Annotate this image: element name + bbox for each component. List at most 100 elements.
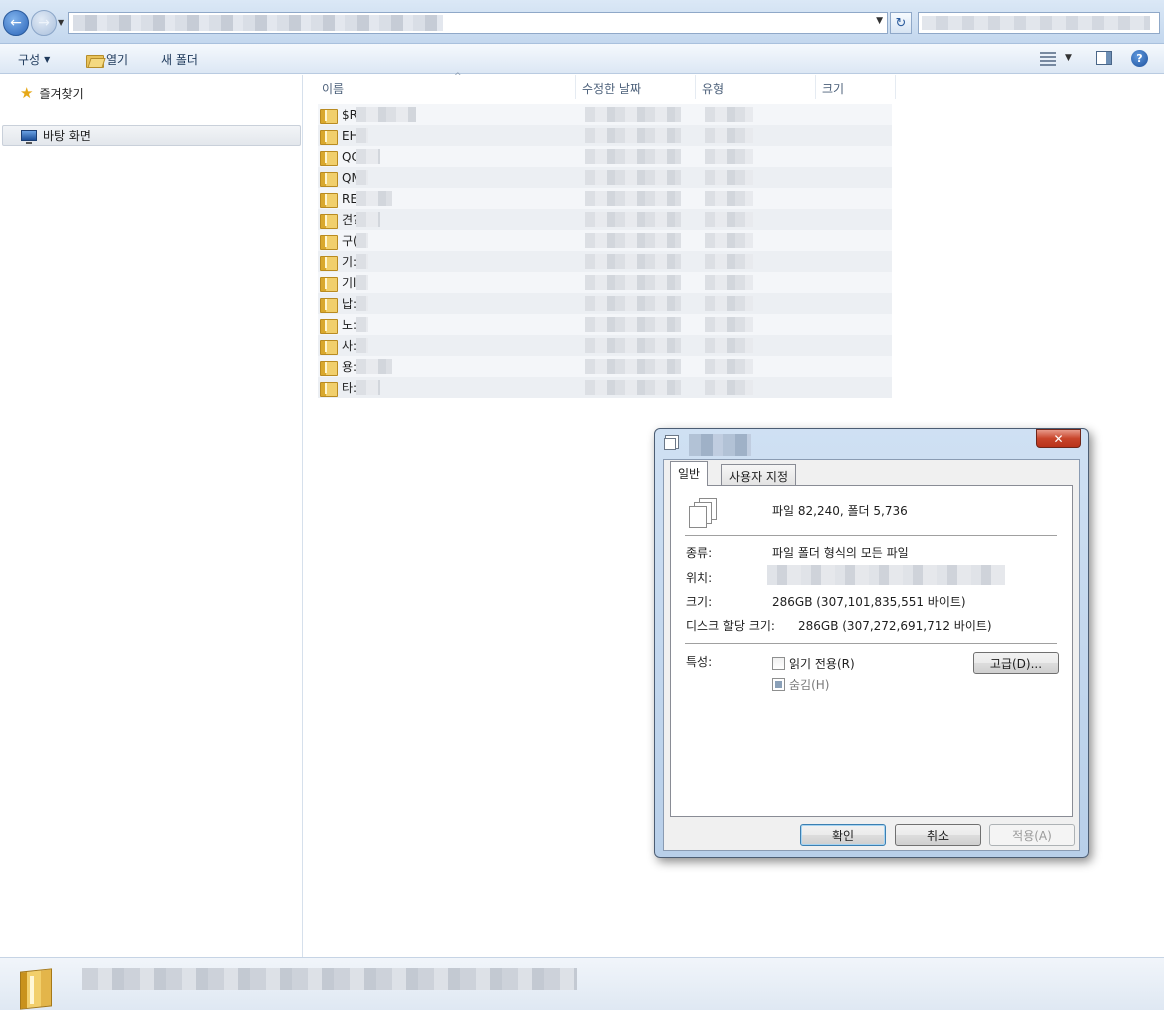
address-bar-area: ← → ▼ ▼ ↻	[0, 0, 1164, 44]
table-row[interactable]: 기l	[318, 272, 892, 293]
table-row[interactable]: 타:	[318, 377, 892, 398]
readonly-label: 읽기 전용(R)	[789, 657, 855, 671]
column-date-label: 수정한 날짜	[582, 82, 642, 96]
column-header-date[interactable]: 수정한 날짜	[576, 75, 696, 99]
open-button[interactable]: 열기	[86, 51, 128, 68]
new-folder-label: 새 폴더	[161, 53, 198, 67]
table-row[interactable]: $R	[318, 104, 892, 125]
readonly-checkbox[interactable]: 읽기 전용(R)	[772, 655, 855, 672]
table-row[interactable]: QM	[318, 167, 892, 188]
attributes-label: 특성:	[686, 655, 713, 669]
size-value: 286GB (307,101,835,551 바이트)	[772, 595, 966, 609]
tab-custom[interactable]: 사용자 지정	[721, 464, 797, 486]
hidden-checkbox[interactable]: 숨김(H)	[772, 676, 829, 693]
date-redacted	[585, 233, 681, 248]
properties-dialog: ✕ 일반 사용자 지정 파일 82,240, 폴더 5,736 종류: 파일 폴…	[654, 428, 1089, 858]
name-redacted	[356, 317, 368, 332]
type-redacted	[705, 128, 753, 143]
folder-icon	[320, 381, 338, 397]
view-options-icon[interactable]	[1040, 52, 1056, 66]
type-redacted	[705, 191, 753, 206]
help-icon[interactable]: ?	[1131, 50, 1148, 67]
date-redacted	[585, 191, 681, 206]
files-icon	[664, 438, 676, 450]
table-row[interactable]: QC	[318, 146, 892, 167]
nav-item-desktop[interactable]: 바탕 화면	[2, 125, 301, 146]
hidden-label: 숨김(H)	[789, 678, 830, 692]
apply-button[interactable]: 적용(A)	[989, 824, 1075, 846]
forward-arrow-icon: →	[38, 15, 50, 31]
date-redacted	[585, 380, 681, 395]
checkbox-box[interactable]	[772, 678, 785, 691]
history-dropdown-icon[interactable]: ▼	[58, 18, 64, 27]
forward-button[interactable]: →	[31, 10, 57, 36]
date-redacted	[585, 107, 681, 122]
nav-item-favorites[interactable]: ★ 즐겨찾기	[20, 85, 84, 102]
close-button[interactable]: ✕	[1036, 429, 1081, 448]
tab-panel-general: 파일 82,240, 폴더 5,736 종류: 파일 폴더 형식의 모든 파일 …	[670, 485, 1073, 817]
column-type-label: 유형	[702, 82, 725, 96]
location-value-redacted	[767, 565, 1005, 585]
name-redacted	[356, 212, 380, 227]
search-redacted	[922, 16, 1150, 30]
back-arrow-icon: ←	[10, 15, 22, 31]
folder-icon	[320, 129, 338, 145]
type-redacted	[705, 170, 753, 185]
preview-pane-icon[interactable]	[1096, 51, 1112, 65]
details-pane	[0, 957, 1164, 1010]
desktop-label: 바탕 화면	[43, 129, 91, 143]
back-button[interactable]: ←	[3, 10, 29, 36]
type-redacted	[705, 275, 753, 290]
advanced-button[interactable]: 고급(D)...	[973, 652, 1059, 674]
table-row[interactable]: 구(	[318, 230, 892, 251]
table-row[interactable]: 납:	[318, 293, 892, 314]
chevron-down-icon: ▼	[44, 55, 51, 64]
table-row[interactable]: EH	[318, 125, 892, 146]
name-redacted	[356, 107, 416, 122]
open-folder-icon	[86, 53, 104, 68]
date-redacted	[585, 170, 681, 185]
search-input[interactable]	[918, 12, 1160, 34]
folder-icon	[320, 360, 338, 376]
table-row[interactable]: 사:	[318, 335, 892, 356]
folder-icon	[320, 171, 338, 187]
date-redacted	[585, 254, 681, 269]
chevron-down-icon[interactable]: ▼	[876, 16, 883, 26]
table-row[interactable]: REI	[318, 188, 892, 209]
refresh-button[interactable]: ↻	[890, 12, 912, 34]
folder-icon	[320, 339, 338, 355]
open-label: 열기	[106, 53, 129, 67]
name-redacted	[356, 359, 392, 374]
name-redacted	[356, 380, 380, 395]
ok-button[interactable]: 확인	[800, 824, 886, 846]
cancel-button[interactable]: 취소	[895, 824, 981, 846]
files-icon	[689, 498, 719, 528]
table-row[interactable]: 기:	[318, 251, 892, 272]
table-row[interactable]: 견?	[318, 209, 892, 230]
folder-icon	[320, 150, 338, 166]
type-value: 파일 폴더 형식의 모든 파일	[772, 546, 909, 560]
address-input[interactable]: ▼	[68, 12, 888, 34]
table-row[interactable]: 노:	[318, 314, 892, 335]
sort-up-icon: ^	[454, 72, 462, 82]
command-toolbar: 구성 ▼ 열기 새 폴더 ▼ ?	[0, 44, 1164, 74]
chevron-down-icon[interactable]: ▼	[1065, 53, 1072, 63]
refresh-icon: ↻	[895, 15, 907, 31]
column-header-name[interactable]: 이름 ^	[316, 72, 576, 99]
navigation-pane: ★ 즐겨찾기 바탕 화면	[0, 75, 303, 957]
date-redacted	[585, 212, 681, 227]
date-redacted	[585, 149, 681, 164]
dialog-body: 일반 사용자 지정 파일 82,240, 폴더 5,736 종류: 파일 폴더 …	[663, 459, 1080, 851]
organize-button[interactable]: 구성 ▼	[18, 51, 50, 68]
date-redacted	[585, 317, 681, 332]
name-redacted	[356, 338, 368, 353]
date-redacted	[585, 275, 681, 290]
table-row[interactable]: 용:	[318, 356, 892, 377]
folder-icon	[320, 234, 338, 250]
column-header-size[interactable]: 크기	[816, 75, 896, 99]
column-header-type[interactable]: 유형	[696, 75, 816, 99]
new-folder-button[interactable]: 새 폴더	[161, 51, 198, 68]
tab-general[interactable]: 일반	[670, 461, 709, 486]
type-redacted	[705, 107, 753, 122]
checkbox-box[interactable]	[772, 657, 785, 670]
